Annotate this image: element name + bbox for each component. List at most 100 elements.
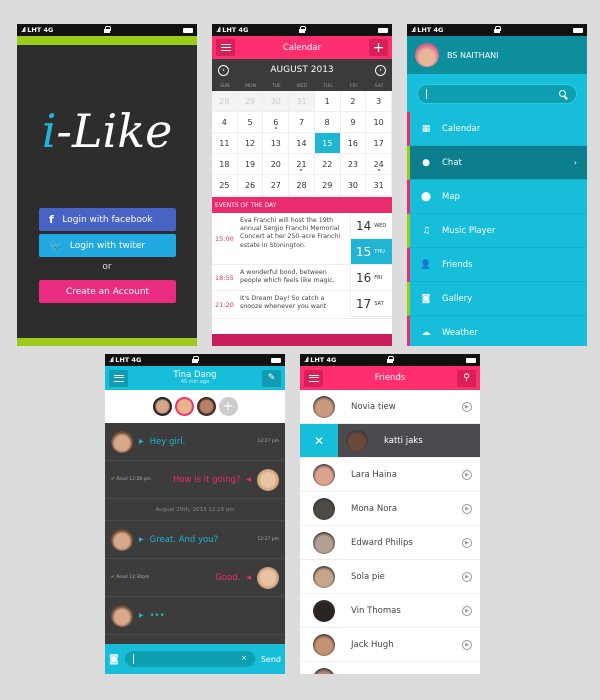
participant-avatar[interactable] xyxy=(152,397,172,416)
calendar-day[interactable]: 8 xyxy=(314,112,341,133)
friends-list: Novia tiew ▶ ✕ katti jaks Lara Haina ▶ Mona No… xyxy=(300,390,480,674)
participant-avatar[interactable] xyxy=(196,397,216,416)
send-button[interactable]: Send xyxy=(261,655,281,664)
menu-item-map[interactable]: ⬤ Map xyxy=(407,180,587,214)
menu-item-calendar[interactable]: ▦ Calendar xyxy=(407,112,587,146)
avatar[interactable] xyxy=(111,528,133,551)
chevron-right-circle-icon[interactable]: ▶ xyxy=(462,673,472,674)
menu-button[interactable] xyxy=(216,39,235,56)
calendar-day[interactable]: 5 xyxy=(237,112,264,133)
chevron-right-circle-icon[interactable]: ▶ xyxy=(462,605,472,616)
menu-button[interactable] xyxy=(304,369,323,387)
chevron-right-circle-icon[interactable]: ▶ xyxy=(462,571,472,582)
menu-item-gallery[interactable]: ◙ Gallery xyxy=(407,282,587,316)
message-input[interactable]: × xyxy=(124,651,255,667)
friend-row[interactable]: Vin Thomas ▶ xyxy=(300,594,480,628)
day-tab-number: 15 xyxy=(356,244,372,259)
calendar-day[interactable]: 25 xyxy=(212,175,238,196)
search-icon[interactable] xyxy=(559,90,566,97)
calendar-day[interactable]: 31 xyxy=(366,175,392,196)
chevron-right-circle-icon[interactable]: ▶ xyxy=(462,537,472,548)
avatar[interactable] xyxy=(111,604,133,627)
login-twitter-button[interactable]: 🐦 Login with twiter xyxy=(39,234,176,257)
calendar-day[interactable]: 7 xyxy=(289,112,315,133)
search-button[interactable]: ⚲ xyxy=(456,369,476,387)
compose-button[interactable]: ✎ xyxy=(261,369,281,387)
day-tab[interactable]: 14 WED xyxy=(351,213,392,239)
friend-row[interactable]: ▶ xyxy=(300,662,480,674)
battery-icon xyxy=(466,357,476,363)
calendar-day[interactable]: 16 xyxy=(340,133,367,154)
day-number: 30 xyxy=(270,96,281,106)
calendar-day[interactable]: 17 xyxy=(366,133,392,154)
calendar-day[interactable]: 18 xyxy=(212,154,238,175)
friend-row[interactable]: Lara Haina ▶ xyxy=(300,458,480,492)
calendar-day[interactable]: 28 xyxy=(212,91,238,112)
search-input[interactable] xyxy=(417,84,577,104)
calendar-day[interactable]: 24 xyxy=(366,154,392,175)
calendar-day[interactable]: 2 xyxy=(340,91,367,112)
day-tab[interactable]: 17 SAT xyxy=(351,291,392,317)
friend-row[interactable]: ✕ katti jaks xyxy=(300,424,480,458)
avatar[interactable] xyxy=(257,468,279,491)
create-account-button[interactable]: Create an Account xyxy=(39,280,176,303)
calendar-day[interactable]: 21 xyxy=(289,154,315,175)
calendar-day[interactable]: 26 xyxy=(237,175,264,196)
calendar-day[interactable]: 10 xyxy=(366,112,392,133)
next-month-button[interactable]: › xyxy=(375,64,386,76)
friend-row[interactable]: Edward Philips ▶ xyxy=(300,526,480,560)
friend-row[interactable]: Mona Nora ▶ xyxy=(300,492,480,526)
calendar-day[interactable]: 15 xyxy=(314,133,341,154)
calendar-day[interactable]: 14 xyxy=(289,133,315,154)
day-number: 26 xyxy=(244,180,256,190)
calendar-day[interactable]: 6 xyxy=(263,112,290,133)
avatar xyxy=(313,667,335,674)
calendar-day[interactable]: 28 xyxy=(289,175,315,196)
battery-icon xyxy=(271,357,281,363)
friend-row[interactable]: Novia tiew ▶ xyxy=(300,390,480,424)
avatar[interactable] xyxy=(111,430,133,453)
friend-row[interactable]: Sola pie ▶ xyxy=(300,560,480,594)
add-event-button[interactable]: + xyxy=(368,39,388,56)
chevron-right-circle-icon[interactable]: ▶ xyxy=(462,401,472,412)
calendar-day[interactable]: 30 xyxy=(340,175,367,196)
avatar[interactable] xyxy=(257,566,279,589)
participant-avatar[interactable] xyxy=(174,397,194,416)
clear-icon[interactable]: × xyxy=(241,654,247,662)
camera-icon[interactable]: ◙ xyxy=(109,654,119,665)
calendar-day[interactable]: 13 xyxy=(263,133,290,154)
calendar-day[interactable]: 11 xyxy=(212,133,238,154)
prev-month-button[interactable]: ‹ xyxy=(218,64,229,76)
calendar-day[interactable]: 19 xyxy=(237,154,264,175)
hamburger-icon xyxy=(113,374,124,382)
menu-button[interactable] xyxy=(109,369,128,387)
chevron-right-circle-icon[interactable]: ▶ xyxy=(462,503,472,514)
calendar-day[interactable]: 3 xyxy=(366,91,392,112)
menu-item-chat[interactable]: ● Chat › xyxy=(407,146,587,180)
menu-item-music-player[interactable]: ♫ Music Player xyxy=(407,214,587,248)
chevron-right-circle-icon[interactable]: ▶ xyxy=(462,639,472,650)
menu-item-weather[interactable]: ☁ Weather xyxy=(407,316,587,346)
calendar-day[interactable]: 27 xyxy=(263,175,290,196)
delete-button[interactable]: ✕ xyxy=(300,424,338,457)
profile-header[interactable]: BS NAITHANI xyxy=(407,36,587,74)
day-number: 17 xyxy=(373,138,384,148)
calendar-day[interactable]: 9 xyxy=(340,112,367,133)
calendar-day[interactable]: 31 xyxy=(289,91,315,112)
menu-item-friends[interactable]: 👤 Friends xyxy=(407,248,587,282)
login-facebook-button[interactable]: f Login with facebook xyxy=(39,208,176,231)
day-tab[interactable]: 15 THU xyxy=(351,239,392,265)
calendar-day[interactable]: 30 xyxy=(263,91,290,112)
calendar-day[interactable]: 4 xyxy=(212,112,238,133)
calendar-day[interactable]: 1 xyxy=(314,91,341,112)
friend-row[interactable]: Jack Hugh ▶ xyxy=(300,628,480,662)
calendar-day[interactable]: 23 xyxy=(340,154,367,175)
add-participant-button[interactable]: + xyxy=(218,397,238,416)
calendar-day[interactable]: 20 xyxy=(263,154,290,175)
calendar-day[interactable]: 12 xyxy=(237,133,264,154)
chevron-right-circle-icon[interactable]: ▶ xyxy=(462,469,472,480)
day-tab[interactable]: 16 FRI xyxy=(351,265,392,291)
calendar-day[interactable]: 29 xyxy=(314,175,341,196)
calendar-day[interactable]: 29 xyxy=(237,91,264,112)
calendar-day[interactable]: 22 xyxy=(314,154,341,175)
